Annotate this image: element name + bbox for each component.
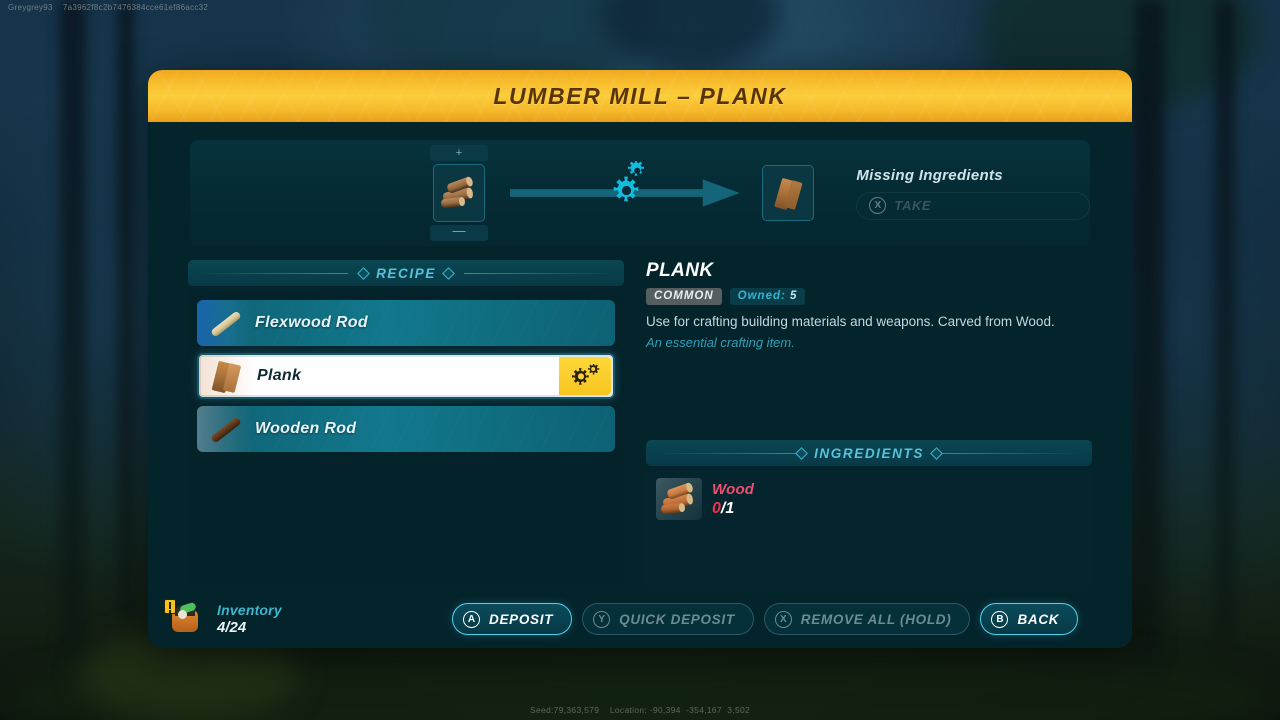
item-badges: COMMON Owned: 5 — [646, 288, 1092, 305]
deposit-button[interactable]: A DEPOSIT — [452, 603, 573, 635]
ingredient-need: /1 — [720, 499, 735, 517]
header-rule-right — [932, 453, 1082, 454]
quick-deposit-button[interactable]: Y QUICK DEPOSIT — [582, 603, 754, 635]
output-slot[interactable] — [761, 165, 815, 221]
recipe-item-icon-cell — [197, 300, 253, 346]
remove-all-button-label: REMOVE ALL (HOLD) — [800, 611, 952, 627]
diamond-ornament-icon — [442, 266, 455, 280]
ingredients-section-header: INGREDIENTS — [646, 440, 1092, 466]
dark-rod-icon — [205, 412, 245, 446]
inventory-count: 4/24 — [217, 619, 247, 636]
b-button-prompt-icon: B — [991, 610, 1009, 628]
y-button-prompt-icon: Y — [593, 610, 611, 628]
inventory-text: Inventory 4/24 — [217, 602, 282, 636]
back-button[interactable]: B BACK — [980, 603, 1079, 635]
remove-all-button[interactable]: X REMOVE ALL (HOLD) — [763, 603, 971, 635]
recipe-row-label: Flexwood Rod — [255, 314, 368, 331]
ingredient-icon-plate — [656, 478, 702, 520]
ingredients-list: Wood 0/1 — [646, 470, 1092, 590]
content-columns: RECIPE Flexwood Rod Plank Wooden Rod PLA… — [188, 260, 1092, 590]
wood-logs-icon — [439, 175, 479, 210]
take-button-label: TAKE — [894, 198, 932, 213]
quick-deposit-button-label: QUICK DEPOSIT — [619, 611, 735, 627]
gears-icon — [613, 161, 644, 202]
craft-preview-strip: + — Missing Ingredients X TAKE — [190, 140, 1091, 246]
diamond-ornament-icon — [795, 446, 808, 460]
recipe-section-header: RECIPE — [188, 260, 624, 286]
gears-icon — [572, 364, 600, 385]
ingredient-have: 0 — [712, 499, 721, 517]
header-rule-right — [464, 273, 614, 274]
diamond-ornament-icon — [357, 266, 370, 280]
recipe-list: Flexwood Rod Plank Wooden Rod — [188, 290, 624, 590]
wood-logs-icon — [659, 481, 699, 516]
ingredients-block: INGREDIENTS Wood 0/1 — [646, 440, 1092, 590]
recipe-section-title: RECIPE — [376, 265, 436, 281]
plank-icon — [768, 176, 808, 211]
dialog-footer: Inventory 4/24 A DEPOSIT Y QUICK DEPOSIT… — [148, 590, 1132, 648]
item-flavor-text: An essential crafting item. — [646, 335, 795, 351]
deposit-button-label: DEPOSIT — [489, 611, 554, 627]
x-button-prompt-icon: X — [774, 610, 792, 628]
inventory-indicator[interactable]: Inventory 4/24 — [162, 598, 452, 640]
back-button-label: BACK — [1017, 611, 1060, 627]
ingredients-section-title: INGREDIENTS — [814, 445, 924, 461]
recipe-item-icon-cell — [199, 355, 255, 397]
recipe-row-label: Plank — [257, 367, 302, 384]
recipe-craftable-badge — [559, 357, 611, 395]
background-tree — [1215, 0, 1235, 640]
details-column: PLANK COMMON Owned: 5 Use for crafting b… — [646, 260, 1092, 590]
recipe-item-icon-cell — [197, 406, 253, 452]
item-name: PLANK — [646, 260, 714, 281]
recipe-column: RECIPE Flexwood Rod Plank Wooden Rod — [188, 260, 624, 590]
header-rule-left — [198, 273, 348, 274]
background-tree — [118, 0, 134, 620]
input-slot-stack: + — — [430, 143, 488, 243]
x-button-prompt-icon: X — [869, 197, 887, 214]
a-button-prompt-icon: A — [463, 610, 480, 628]
crafting-dialog: LUMBER MILL – PLANK + — Missing Ingredie… — [148, 70, 1132, 648]
game-screen: Greygrey93 7a3962f8c2b7476384cce61ef86ac… — [0, 0, 1280, 720]
recipe-row-label: Wooden Rod — [255, 420, 357, 437]
ingredient-row-wood[interactable]: Wood 0/1 — [656, 478, 1082, 520]
footer-actions: A DEPOSIT Y QUICK DEPOSIT X REMOVE ALL (… — [452, 603, 1079, 635]
plank-icon — [207, 359, 247, 394]
recipe-row-wooden-rod[interactable]: Wooden Rod — [197, 406, 615, 452]
owned-value: 5 — [790, 290, 798, 302]
ingredient-name: Wood — [712, 480, 755, 498]
process-arrow — [510, 161, 740, 213]
background-tree — [60, 0, 86, 660]
item-description: Use for crafting building materials and … — [646, 314, 1055, 329]
pale-rod-icon — [205, 306, 245, 340]
input-slot[interactable] — [433, 164, 485, 222]
owned-badge: Owned: 5 — [729, 288, 806, 305]
header-rule-left — [656, 453, 806, 454]
recipe-row-flexwood-rod[interactable]: Flexwood Rod — [197, 300, 615, 346]
decrease-input-button[interactable]: — — [430, 224, 488, 241]
debug-session-text: Greygrey93 7a3962f8c2b7476384cce61ef86ac… — [8, 3, 209, 12]
dialog-title: LUMBER MILL – PLANK — [493, 82, 787, 109]
dialog-body: + — Missing Ingredients X TAKE RECIPE Fl… — [148, 122, 1132, 590]
inventory-label: Inventory — [217, 602, 282, 618]
recipe-row-plank[interactable]: Plank — [197, 353, 615, 399]
backpack-icon — [162, 598, 208, 640]
increase-input-button[interactable]: + — [430, 145, 488, 161]
rarity-badge: COMMON — [646, 288, 722, 305]
missing-ingredients-block: Missing Ingredients X TAKE — [856, 166, 1091, 220]
owned-label: Owned: — [737, 290, 786, 302]
diamond-ornament-icon — [930, 446, 943, 460]
background-tree — [1135, 0, 1165, 680]
take-button[interactable]: X TAKE — [856, 191, 1091, 220]
ingredient-count: 0/1 — [712, 500, 754, 518]
ingredient-text: Wood 0/1 — [712, 481, 754, 518]
dialog-titlebar: LUMBER MILL – PLANK — [148, 70, 1132, 122]
debug-world-status: Seed:79,363,579 Location: -90,394 -354,1… — [529, 705, 751, 715]
missing-ingredients-title: Missing Ingredients — [856, 166, 1003, 184]
